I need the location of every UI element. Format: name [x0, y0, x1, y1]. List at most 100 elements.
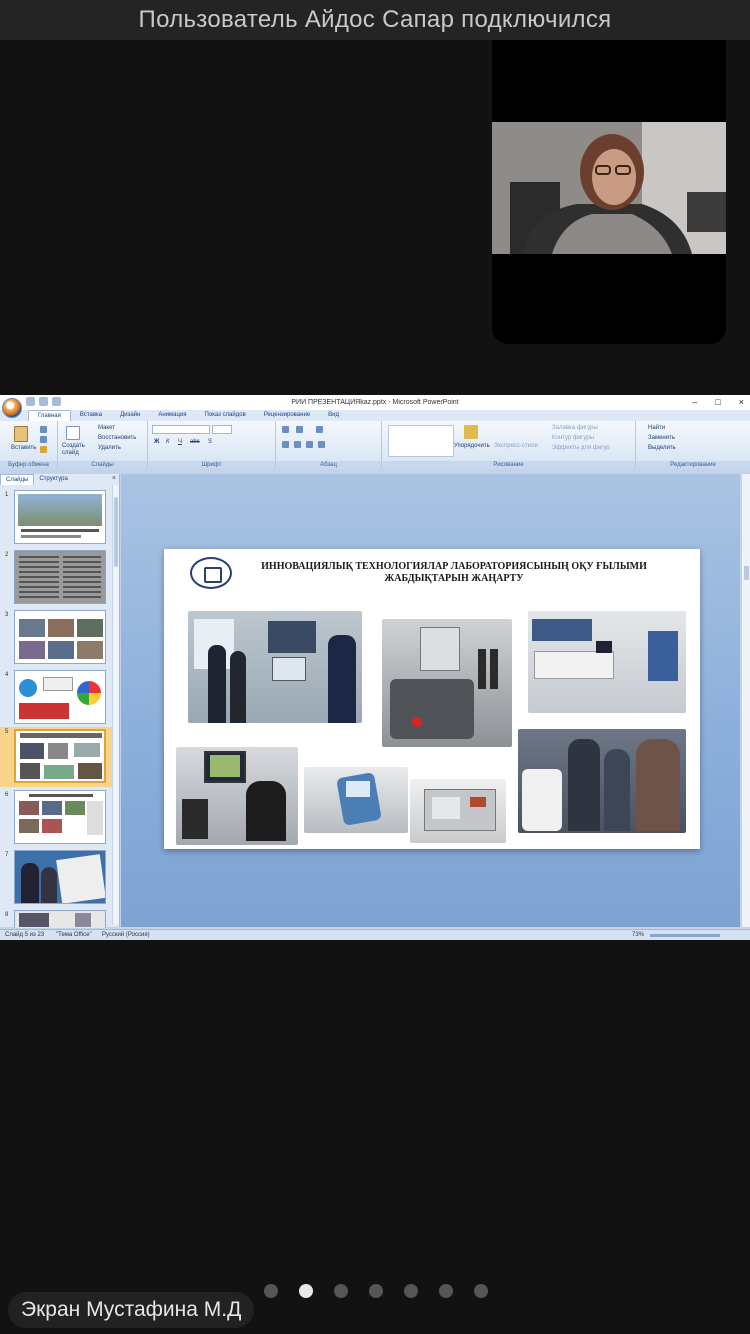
title-bar: РИИ ПРЕЗЕНТАЦИЯkaz.pptx - Microsoft Powe…	[0, 395, 750, 410]
clipboard-group: Вставить Буфер обмена	[0, 421, 58, 469]
shadow-button[interactable]: S	[208, 439, 212, 445]
office-button[interactable]	[2, 398, 22, 418]
maximize-button[interactable]: □	[715, 395, 720, 410]
page-dot[interactable]	[334, 1284, 348, 1298]
shape-fill-button[interactable]: Заливка фигуры	[552, 425, 598, 431]
reset-button[interactable]: Восстановить	[98, 435, 136, 441]
align-right-icon[interactable]	[306, 441, 313, 448]
font-name-select[interactable]	[152, 425, 210, 434]
slide-number: 5	[5, 729, 9, 735]
panel-close-icon[interactable]: ×	[112, 475, 116, 482]
italic-button[interactable]: К	[166, 439, 170, 445]
photo-lab-visit	[188, 611, 362, 723]
slide-counter: Слайд 5 из 23	[5, 932, 45, 938]
tab-review[interactable]: Рецензирование	[255, 410, 319, 421]
slide-thumbnail[interactable]: 2	[0, 550, 112, 608]
bullets-icon[interactable]	[282, 426, 289, 433]
layout-button[interactable]: Макет	[98, 425, 115, 431]
close-button[interactable]: ×	[739, 395, 744, 410]
tab-view[interactable]: Вид	[319, 410, 348, 421]
format-painter-icon[interactable]	[40, 446, 47, 453]
tab-slides[interactable]: Слайды	[0, 474, 35, 485]
align-center-icon[interactable]	[294, 441, 301, 448]
slide-preview	[14, 910, 106, 928]
bold-button[interactable]: Ж	[154, 439, 159, 445]
page-dot[interactable]	[474, 1284, 488, 1298]
tab-outline[interactable]: Структура	[34, 474, 72, 485]
slide-thumbnail[interactable]: 6	[0, 790, 112, 848]
current-slide[interactable]: ИННОВАЦИЯЛЫҚ ТЕХНОЛОГИЯЛАР ЛАБОРАТОРИЯСЫ…	[164, 549, 700, 849]
slides-group-label: Слайды	[58, 461, 147, 469]
replace-button[interactable]: Заменить	[648, 435, 675, 441]
quick-styles-button[interactable]: Экспресс-стили	[494, 443, 538, 449]
university-logo-icon	[190, 557, 232, 589]
page-dot[interactable]	[264, 1284, 278, 1298]
slide-number: 7	[5, 852, 9, 858]
tab-insert[interactable]: Вставка	[71, 410, 111, 421]
drawing-group: Упорядочить Экспресс-стили Заливка фигур…	[382, 421, 636, 469]
tab-home[interactable]: Главная	[28, 410, 71, 421]
shapes-gallery[interactable]	[388, 425, 454, 457]
page-dot[interactable]	[404, 1284, 418, 1298]
window-controls: – □ ×	[692, 395, 744, 410]
theme-name: "Тема Office"	[56, 932, 92, 938]
slide-number: 4	[5, 672, 9, 678]
slide-title: ИННОВАЦИЯЛЫҚ ТЕХНОЛОГИЯЛАР ЛАБОРАТОРИЯСЫ…	[261, 561, 647, 584]
page-dot-active[interactable]	[299, 1284, 313, 1298]
slide-thumbnail[interactable]: 8	[0, 910, 112, 928]
cut-icon[interactable]	[40, 426, 47, 433]
panel-scrollbar[interactable]	[112, 485, 119, 925]
paste-button[interactable]: Вставить	[11, 445, 36, 451]
tab-slideshow[interactable]: Показ слайдов	[196, 410, 255, 421]
paste-icon[interactable]	[14, 426, 28, 442]
slide-canvas[interactable]: ИННОВАЦИЯЛЫҚ ТЕХНОЛОГИЯЛАР ЛАБОРАТОРИЯСЫ…	[121, 474, 740, 927]
drawing-group-label: Рисование	[382, 461, 635, 469]
tab-animation[interactable]: Анимация	[149, 410, 195, 421]
slide-thumbnail-active[interactable]: 5	[0, 727, 112, 787]
arrange-icon[interactable]	[464, 425, 478, 439]
page-dot[interactable]	[439, 1284, 453, 1298]
new-slide-button[interactable]: Создать слайд	[62, 443, 92, 457]
slide-number: 6	[5, 792, 9, 798]
slide-thumbnail[interactable]: 1	[0, 490, 112, 548]
participant-image	[492, 122, 726, 254]
tab-design[interactable]: Дизайн	[111, 410, 149, 421]
paragraph-group: Абзац	[276, 421, 382, 469]
participant-video-tile[interactable]	[492, 40, 726, 344]
strike-button[interactable]: abc	[190, 439, 200, 445]
canvas-scrollbar-thumb[interactable]	[744, 566, 749, 580]
slide-number: 8	[5, 912, 9, 918]
numbering-icon[interactable]	[296, 426, 303, 433]
new-slide-icon[interactable]	[66, 426, 80, 440]
underline-button[interactable]: Ч	[178, 439, 182, 445]
justify-icon[interactable]	[318, 441, 325, 448]
slide-preview	[14, 550, 106, 604]
page-dot[interactable]	[369, 1284, 383, 1298]
font-size-select[interactable]	[212, 425, 232, 434]
indent-icon[interactable]	[316, 426, 323, 433]
font-group-label: Шрифт	[148, 461, 275, 469]
photo-furnace	[410, 779, 506, 843]
shape-outline-button[interactable]: Контур фигуры	[552, 435, 594, 441]
zoom-slider[interactable]	[650, 934, 720, 937]
slide-preview	[14, 850, 106, 904]
arrange-button[interactable]: Упорядочить	[454, 443, 490, 449]
slide-thumbnail[interactable]: 7	[0, 850, 112, 908]
minimize-button[interactable]: –	[692, 395, 697, 410]
canvas-scrollbar[interactable]	[741, 474, 750, 927]
redo-icon[interactable]	[52, 397, 61, 406]
find-button[interactable]: Найти	[648, 425, 665, 431]
select-button[interactable]: Выделить	[648, 445, 676, 451]
delete-button[interactable]: Удалить	[98, 445, 121, 451]
undo-icon[interactable]	[39, 397, 48, 406]
ribbon: Вставить Буфер обмена Создать слайд Маке…	[0, 421, 750, 469]
slide-preview	[14, 490, 106, 544]
editing-group: Найти Заменить Выделить Редактирование	[636, 421, 750, 469]
align-left-icon[interactable]	[282, 441, 289, 448]
shape-effects-button[interactable]: Эффекты для фигур	[552, 445, 610, 451]
slide-thumbnail[interactable]: 3	[0, 610, 112, 668]
save-icon[interactable]	[26, 397, 35, 406]
copy-icon[interactable]	[40, 436, 47, 443]
slide-thumbnail[interactable]: 4	[0, 670, 112, 728]
participant-video	[492, 122, 726, 254]
